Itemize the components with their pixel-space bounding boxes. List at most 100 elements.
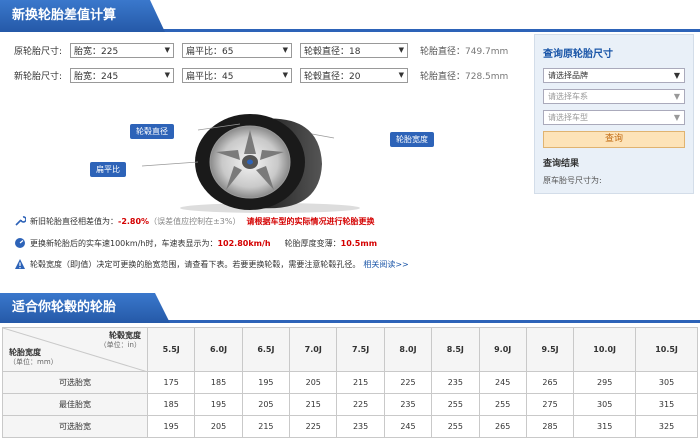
column-header: 8.0J: [383, 327, 433, 372]
table-cell: 255: [478, 393, 527, 416]
tire-diagram: 轮毂直径 轮胎宽度 扁平比: [90, 104, 450, 214]
new-diameter: 轮胎直径：728.5mm: [420, 71, 509, 82]
table-cell: 215: [336, 371, 385, 394]
new-ratio-value: 扁平比：45: [186, 71, 234, 82]
query-button[interactable]: 查询: [543, 131, 685, 148]
table-cell: 265: [478, 415, 527, 438]
rim-width-table: 轮毂宽度 （单位：in） 轮胎宽度 （单位：mm） 5.5J 6.0J 6.5J 7…: [2, 327, 698, 438]
callout-aspect-ratio: 扁平比: [90, 162, 126, 177]
table-cell: 225: [289, 415, 338, 438]
original-ratio-select[interactable]: 扁平比：65 ▼: [182, 42, 292, 58]
original-tire-row: 原轮胎尺寸: 胎宽：225 ▼ 扁平比：65 ▼ 轮毂直径：18 ▼ 轮胎直径：749…: [14, 42, 508, 58]
original-width-select[interactable]: 胎宽：225 ▼: [70, 42, 174, 58]
column-header: 9.0J: [478, 327, 527, 372]
thickness-value: 10.5mm: [340, 238, 378, 248]
table-cell: 245: [383, 415, 433, 438]
table-cell: 305: [573, 393, 637, 416]
diameter-diff-value: -2.80%: [118, 216, 150, 226]
header-bar: 新换轮胎差值计算: [0, 0, 700, 32]
series-select[interactable]: 请选择车系 ▼: [543, 89, 685, 104]
table-cell: 205: [241, 393, 291, 416]
new-tire-row: 新轮胎尺寸: 胎宽：245 ▼ 扁平比：45 ▼ 轮毂直径：20 ▼ 轮胎直径：728…: [14, 67, 508, 83]
column-header: 7.5J: [336, 327, 385, 372]
row-label: 最佳胎宽: [2, 393, 148, 416]
page-title: 新换轮胎差值计算: [0, 0, 165, 32]
table-cell: 215: [241, 415, 291, 438]
table-cell: 265: [525, 371, 575, 394]
table-cell: 185: [146, 393, 196, 416]
model-select[interactable]: 请选择车型 ▼: [543, 110, 685, 125]
original-tire-label: 原轮胎尺寸:: [14, 46, 63, 57]
column-header: 6.0J: [194, 327, 243, 372]
new-width-select[interactable]: 胎宽：245 ▼: [70, 67, 174, 83]
wrench-icon: [14, 215, 27, 227]
result-title: 查询结果: [543, 159, 580, 169]
column-header: 7.0J: [289, 327, 338, 372]
original-ratio-value: 扁平比：65: [186, 46, 234, 57]
table-cell: 305: [635, 371, 698, 394]
column-header: 6.5J: [241, 327, 291, 372]
info-diameter-diff: 新旧轮胎直径相差值为： -2.80% （误差值应控制在±3%） 请根据车型的实际…: [14, 215, 374, 227]
chevron-down-icon: ▼: [282, 46, 288, 54]
speed-value: 102.80km/h: [217, 238, 271, 248]
corner-rim-width: 轮毂宽度 （单位：in）: [99, 331, 141, 349]
related-reading-link[interactable]: 相关阅读>>: [363, 259, 408, 270]
speedometer-icon: [14, 237, 26, 249]
new-rim-value: 轮毂直径：20: [304, 71, 361, 82]
row-label: 可选胎宽: [2, 415, 148, 438]
new-rim-select[interactable]: 轮毂直径：20 ▼: [300, 67, 408, 83]
brand-select[interactable]: 请选择品牌 ▼: [543, 68, 685, 83]
chevron-down-icon: ▼: [164, 71, 170, 79]
table-cell: 225: [383, 371, 433, 394]
chevron-down-icon: ▼: [398, 71, 404, 79]
original-diameter: 轮胎直径：749.7mm: [420, 46, 509, 57]
new-ratio-select[interactable]: 扁平比：45 ▼: [182, 67, 292, 83]
table-cell: 175: [146, 371, 196, 394]
original-rim-select[interactable]: 轮毂直径：18 ▼: [300, 42, 408, 58]
table-cell: 235: [431, 371, 480, 394]
table-cell: 235: [336, 415, 385, 438]
section-header-bar: 适合你轮毂的轮胎: [0, 293, 700, 323]
column-header: 5.5J: [146, 327, 196, 372]
table-cell: 225: [336, 393, 385, 416]
column-header: 9.5J: [525, 327, 575, 372]
table-cell: 255: [431, 393, 480, 416]
brand-select-value: 请选择品牌: [548, 71, 588, 80]
table-cell: 275: [525, 393, 575, 416]
callout-rim-diameter: 轮毂直径: [130, 124, 174, 139]
info-rim-width: 轮毂宽度（即J值）决定可更换的胎宽范围，请查看下表。若要更换轮毂，需要注意轮毂孔…: [14, 258, 409, 270]
row-label: 可选胎宽: [2, 371, 148, 394]
table-header-row: 轮毂宽度 （单位：in） 轮胎宽度 （单位：mm） 5.5J 6.0J 6.5J 7…: [2, 327, 698, 372]
table-cell: 285: [525, 415, 575, 438]
info-speedometer: 更换新轮胎后的实车速100km/h时，车速表显示为： 102.80km/h 轮胎…: [14, 237, 377, 249]
table-cell: 245: [478, 371, 527, 394]
callout-tire-width: 轮胎宽度: [390, 132, 434, 147]
original-width-value: 胎宽：225: [74, 46, 119, 57]
model-select-value: 请选择车型: [548, 113, 588, 122]
chevron-down-icon: ▼: [673, 71, 680, 80]
warning-icon: [14, 258, 26, 270]
table-row: 可选胎宽 195 205 215 225 235 245 255 265 285…: [2, 415, 698, 438]
chevron-down-icon: ▼: [282, 71, 288, 79]
table-cell: 235: [383, 393, 433, 416]
table-row: 最佳胎宽 185 195 205 215 225 235 255 255 275…: [2, 393, 698, 416]
table-cell: 325: [635, 415, 698, 438]
new-width-value: 胎宽：245: [74, 71, 119, 82]
chevron-down-icon: ▼: [673, 113, 680, 122]
table-cell: 315: [635, 393, 698, 416]
table-cell: 315: [573, 415, 637, 438]
table-cell: 255: [431, 415, 480, 438]
table-cell: 205: [194, 415, 243, 438]
original-rim-value: 轮毂直径：18: [304, 46, 361, 57]
column-header: 10.0J: [573, 327, 637, 372]
warning-text: 请根据车型的实际情况进行轮胎更换: [246, 216, 375, 226]
table-corner: 轮毂宽度 （单位：in） 轮胎宽度 （单位：mm）: [2, 327, 148, 372]
table-cell: 195: [194, 393, 243, 416]
series-select-value: 请选择车系: [548, 92, 588, 101]
table-row: 可选胎宽 175 185 195 205 215 225 235 245 265…: [2, 371, 698, 394]
table-cell: 295: [573, 371, 637, 394]
new-tire-label: 新轮胎尺寸:: [14, 71, 63, 82]
chevron-down-icon: ▼: [398, 46, 404, 54]
column-header: 8.5J: [431, 327, 480, 372]
tire-illustration: [141, 114, 360, 213]
